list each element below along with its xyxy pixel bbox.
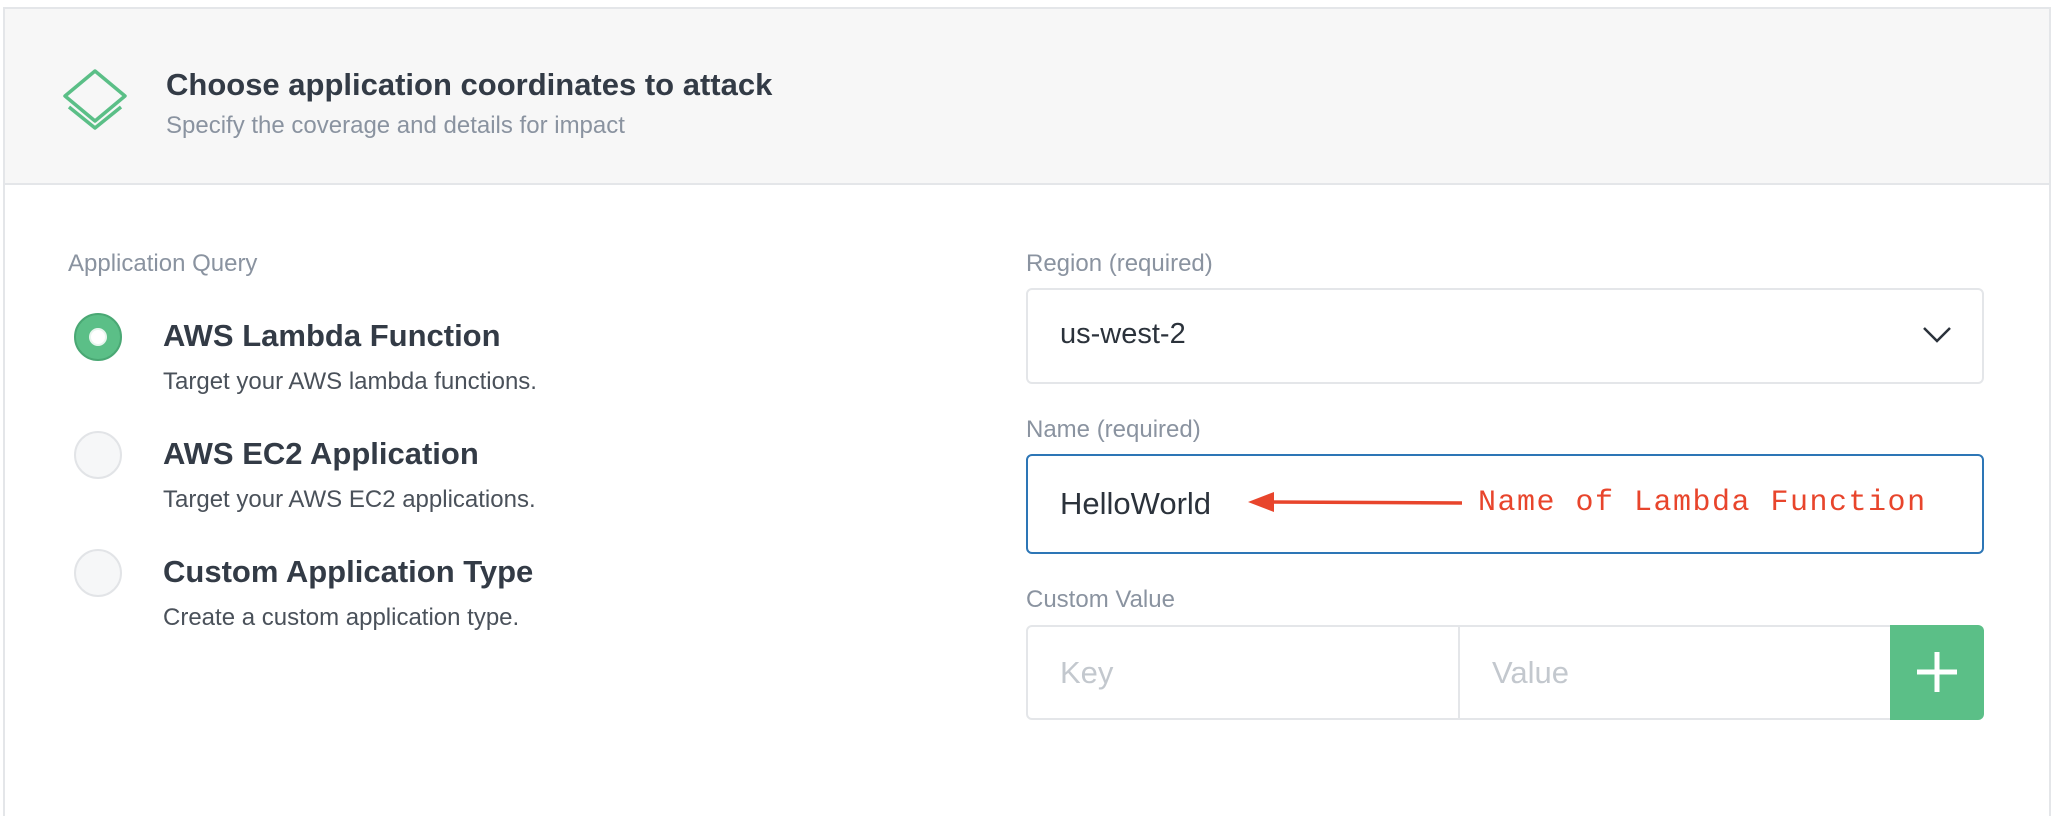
- custom-key-input[interactable]: [1028, 627, 1458, 718]
- layers-icon: [63, 69, 127, 130]
- custom-value-label: Custom Value: [1026, 586, 1175, 613]
- option-title: AWS Lambda Function: [163, 318, 501, 353]
- option-title: AWS EC2 Application: [163, 436, 479, 471]
- custom-value-input[interactable]: [1460, 627, 1890, 718]
- option-description: Target your AWS EC2 applications.: [163, 486, 536, 513]
- option-title: Custom Application Type: [163, 554, 534, 589]
- add-custom-value-button[interactable]: [1890, 625, 1984, 720]
- option-description: Create a custom application type.: [163, 604, 520, 631]
- custom-value-group: [1026, 625, 1892, 720]
- name-input-value: HelloWorld: [1060, 486, 1212, 521]
- radio-button-ec2[interactable]: [74, 431, 122, 479]
- page-title: Choose application coordinates to attack: [166, 67, 773, 102]
- panel-header: Choose application coordinates to attack…: [5, 9, 2049, 185]
- chevron-down-icon: [1923, 327, 1951, 343]
- annotation-text: Name of Lambda Function: [1478, 486, 1927, 520]
- application-query-label: Application Query: [68, 250, 258, 277]
- radio-button-lambda[interactable]: [74, 313, 122, 361]
- region-label: Region (required): [1026, 250, 1213, 277]
- name-label: Name (required): [1026, 416, 1201, 443]
- option-description: Target your AWS lambda functions.: [163, 368, 537, 395]
- plus-icon: [1917, 652, 1957, 692]
- annotation-arrow-icon: [1248, 492, 1463, 512]
- page-subtitle: Specify the coverage and details for imp…: [166, 112, 625, 139]
- region-selected-value: us-west-2: [1060, 318, 1186, 350]
- region-select[interactable]: us-west-2: [1026, 288, 1984, 384]
- radio-button-custom[interactable]: [74, 549, 122, 597]
